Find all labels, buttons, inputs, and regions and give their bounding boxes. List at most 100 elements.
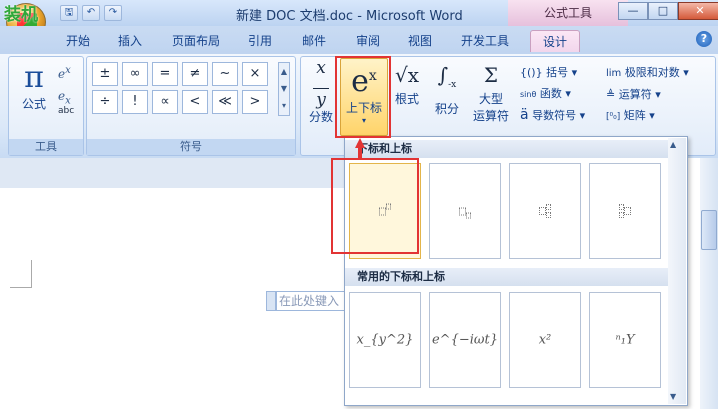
section-common-scripts: 常用的下标和上标	[345, 268, 685, 286]
accent-icon: ä	[520, 107, 529, 123]
symbols-gallery: ± ∞ = ≠ ~ × ÷ ! ∝ < ≪ >	[92, 62, 268, 114]
subsuperscript-icon	[539, 203, 551, 219]
redo-icon[interactable]: ↷	[104, 5, 122, 21]
integral-label: 积分	[434, 102, 459, 116]
fraction-label: 分数	[308, 110, 333, 124]
gallery-subscript[interactable]	[429, 163, 501, 259]
gallery-scroll-up-icon[interactable]: ▲	[670, 140, 676, 149]
document-top-margin	[0, 158, 345, 188]
tab-developer[interactable]: 开发工具	[454, 30, 516, 52]
tab-design[interactable]: 设计	[530, 30, 580, 52]
quick-access-toolbar: 🖫 ↶ ↷	[60, 4, 122, 22]
group-tools-label: 工具	[9, 139, 83, 155]
pi-icon: π	[24, 60, 44, 95]
operator-label: 运算符	[618, 88, 652, 101]
subscript-icon	[459, 204, 471, 219]
gallery-common-2[interactable]: e^{−iωt}	[429, 292, 501, 388]
symbol-tilde[interactable]: ~	[212, 62, 238, 86]
tab-mailings[interactable]: 邮件	[296, 30, 332, 52]
fraction-icon: xy	[304, 60, 338, 109]
gallery-scrollbar[interactable]	[668, 138, 686, 404]
tab-page-layout[interactable]: 页面布局	[166, 30, 226, 52]
symbol-proportional[interactable]: ∝	[152, 90, 178, 114]
equation-placeholder[interactable]: 在此处键入	[276, 291, 346, 311]
function-label: 函数	[539, 87, 562, 100]
common-script-3: x²	[538, 332, 552, 348]
accent-button[interactable]: ä 导数符号 ▾	[520, 105, 585, 126]
gallery-common-1[interactable]: x_{y^2}	[349, 292, 421, 388]
equation-label: 公式	[21, 97, 46, 111]
gallery-left-subsuperscript[interactable]	[589, 163, 661, 259]
fraction-button[interactable]: xy 分数	[304, 60, 338, 125]
sum-icon: Σ	[483, 63, 499, 87]
limit-button[interactable]: lim 极限和对数 ▾	[606, 62, 689, 84]
lim-icon: lim	[606, 68, 622, 79]
symbol-not-equal[interactable]: ≠	[182, 62, 208, 86]
radical-label: 根式	[394, 92, 419, 106]
large-operator-label-2: 运算符	[472, 109, 509, 123]
maximize-button[interactable]: □	[648, 2, 678, 20]
context-tool-label: 公式工具	[508, 0, 628, 26]
tab-home[interactable]: 开始	[60, 30, 96, 52]
bracket-label: 括号	[546, 66, 569, 79]
symbol-times[interactable]: ×	[242, 62, 268, 86]
tab-review[interactable]: 审阅	[350, 30, 386, 52]
integral-icon: ∫-x	[437, 63, 457, 90]
radical-button[interactable]: √x 根式	[392, 60, 422, 107]
highlight-superscript-tile	[331, 158, 419, 254]
arrow-shaft	[358, 146, 362, 160]
operator-icon: ≜	[606, 88, 616, 101]
highlight-script-button	[335, 56, 391, 138]
gallery-scroll-down-icon[interactable]: ▼	[670, 392, 676, 401]
symbol-less-than[interactable]: <	[182, 90, 208, 114]
structure-small-buttons: {()} 括号 ▾ sinθ 函数 ▾ ä 导数符号 ▾	[520, 62, 585, 126]
symbol-much-less[interactable]: ≪	[212, 90, 238, 114]
minimize-button[interactable]: —	[618, 2, 648, 20]
structure-small-buttons-2: lim 极限和对数 ▾ ≜ 运算符 ▾ [⁰₀] 矩阵 ▾	[606, 62, 689, 128]
operator-button[interactable]: ≜ 运算符 ▾	[606, 84, 689, 105]
integral-button[interactable]: ∫-x 积分	[430, 60, 464, 117]
vertical-scrollbar[interactable]	[700, 158, 718, 409]
watermark: 装机	[4, 5, 38, 25]
tab-view[interactable]: 视图	[402, 30, 438, 52]
large-operator-button[interactable]: Σ 大型 运算符	[468, 60, 514, 124]
tab-references[interactable]: 引用	[242, 30, 278, 52]
section-subscript-superscript: 下标和上标	[345, 140, 685, 158]
matrix-button[interactable]: [⁰₀] 矩阵 ▾	[606, 105, 689, 128]
margin-mark	[10, 260, 32, 288]
normal-text-icon[interactable]: abc	[58, 106, 74, 116]
symbol-equals[interactable]: =	[152, 62, 178, 86]
gallery-common-3[interactable]: x²	[509, 292, 581, 388]
gallery-common-4[interactable]: ⁿ₁Y	[589, 292, 661, 388]
help-icon[interactable]: ?	[696, 31, 712, 47]
symbol-factorial[interactable]: !	[122, 90, 148, 114]
symbol-greater-than[interactable]: >	[242, 90, 268, 114]
equation-button[interactable]: π 公式	[14, 60, 54, 112]
scrollbar-thumb[interactable]	[701, 210, 717, 250]
symbol-plus-minus[interactable]: ±	[92, 62, 118, 86]
common-script-4: ⁿ₁Y	[615, 332, 635, 348]
tab-insert[interactable]: 插入	[112, 30, 148, 52]
matrix-label: 矩阵	[623, 109, 646, 122]
matrix-icon: [⁰₀]	[606, 112, 621, 122]
gallery-subsuperscript[interactable]	[509, 163, 581, 259]
symbols-scroll-icon[interactable]: ▲ ▼ ▾	[278, 62, 290, 116]
close-button[interactable]: ✕	[678, 2, 718, 20]
radical-icon: √x	[394, 63, 420, 87]
bracket-icon: {()}	[520, 66, 543, 79]
symbol-infinity[interactable]: ∞	[122, 62, 148, 86]
undo-icon[interactable]: ↶	[82, 5, 100, 21]
window-title: 新建 DOC 文档.doc - Microsoft Word	[236, 9, 463, 24]
group-symbols-label: 符号	[87, 139, 295, 155]
equation-options-icon[interactable]: ex ex	[58, 60, 71, 112]
accent-label: 导数符号	[532, 109, 577, 122]
limit-label: 极限和对数	[624, 66, 680, 79]
equation-handle[interactable]	[266, 291, 276, 311]
left-subsuperscript-icon	[619, 203, 631, 219]
sin-icon: sinθ	[520, 90, 537, 99]
symbol-divide[interactable]: ÷	[92, 90, 118, 114]
bracket-button[interactable]: {()} 括号 ▾	[520, 62, 585, 83]
save-icon[interactable]: 🖫	[60, 5, 78, 21]
function-button[interactable]: sinθ 函数 ▾	[520, 83, 585, 105]
common-script-1: x_{y^2}	[356, 332, 414, 348]
